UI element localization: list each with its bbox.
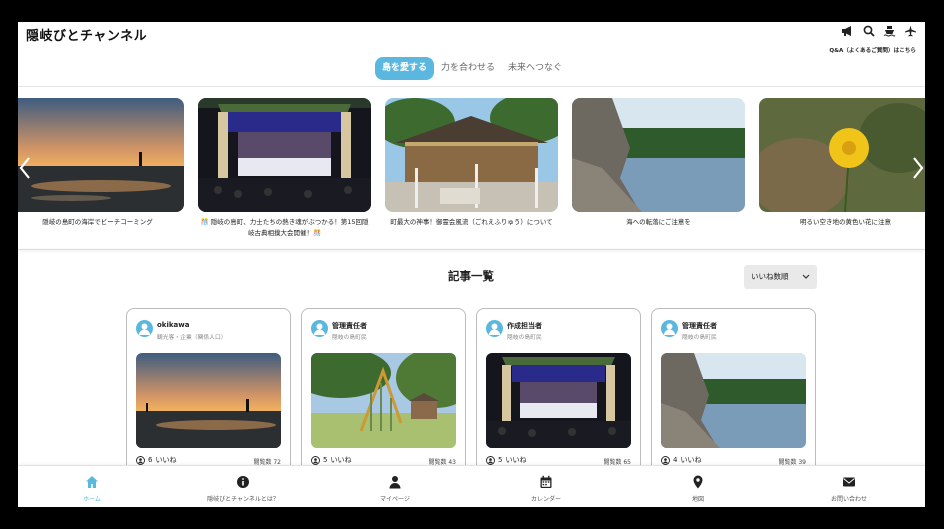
author-name: okikawa [157,321,190,329]
article-list-title: 記事一覧 [448,269,494,283]
user-circle-icon [486,455,495,465]
article-image [136,353,281,448]
search-icon[interactable] [862,24,875,37]
slide-caption: 明るい空き地の黄色い花に注意 [800,218,891,226]
nav-home-label: ホーム [83,496,101,503]
like-count[interactable]: 5 いいね [311,455,351,465]
carousel-slide[interactable]: 海への転落にご注意を [572,98,745,228]
home-icon [86,476,98,488]
map-pin-icon [693,475,703,489]
like-number: 5 [498,456,503,464]
slide-image [18,98,184,212]
slide-image [572,98,745,212]
qa-link[interactable]: Q&A（よくあるご質問）はこちら [829,46,916,54]
carousel-next-arrow[interactable] [909,156,925,180]
like-count[interactable]: 5 いいね [486,455,526,465]
slide-caption: 町最大の神事！御霊会風流（ごれえふりゅう）について [390,218,553,226]
airplane-icon[interactable] [904,24,917,37]
carousel-prev-arrow[interactable] [18,156,34,180]
featured-carousel: 隠岐の島町の海岸でビーチコーミング 🎊 隠岐の島町、力士たちの熱き魂がぶつかる！… [18,88,925,248]
nav-calendar[interactable]: カレンダー [486,466,606,507]
avatar [136,320,153,337]
article-card[interactable]: 作成担当者 隠岐の島町民 5 いいね 閲覧数 65 [476,308,641,478]
slide-image [198,98,371,212]
sort-select[interactable]: いいね数順 [744,265,817,289]
like-label: いいね [330,456,352,464]
carousel-slide[interactable]: 🎊 隠岐の島町、力士たちの熱き魂がぶつかる！第15回隠岐古典相撲大会開催！🎊 [198,98,371,239]
section-divider [18,249,925,250]
article-card[interactable]: 管理責任者 隠岐の島町民 5 いいね 閲覧数 43 [301,308,466,478]
author-role: 観光客・企業（関係人口） [157,335,227,341]
like-number: 5 [323,456,328,464]
like-label: いいね [505,456,527,464]
avatar [661,320,678,337]
tab-future[interactable]: 未来へつなぐ [501,57,569,80]
carousel-slide[interactable]: 隠岐の島町の海岸でビーチコーミング [18,98,184,228]
megaphone-icon[interactable] [841,24,854,37]
author-role: 隠岐の島町民 [682,335,717,341]
like-label: いいね [680,456,702,464]
nav-map-label: 地図 [691,496,704,503]
nav-mypage[interactable]: マイページ [335,466,455,507]
slide-image [385,98,558,212]
carousel-slide[interactable]: 町最大の神事！御霊会風流（ごれえふりゅう）について [385,98,558,228]
slide-caption: 🎊 隠岐の島町、力士たちの熱き魂がぶつかる！第15回隠岐古典相撲大会開催！🎊 [200,218,369,237]
nav-contact-label: お問い合わせ [830,496,867,503]
like-label: いいね [155,456,177,464]
category-tabs: 島を愛する 力を合わせる 未来へつなぐ [18,57,925,87]
mail-icon [843,477,855,487]
user-circle-icon [136,455,145,465]
ship-icon[interactable] [883,24,896,37]
author-role: 隠岐の島町民 [332,335,367,341]
nav-map[interactable]: 地図 [638,466,758,507]
user-icon [389,476,401,489]
user-circle-icon [311,455,320,465]
tab-cooperate[interactable]: 力を合わせる [434,57,502,80]
author-role: 隠岐の島町民 [507,335,542,341]
nav-home[interactable]: ホーム [32,466,152,507]
sort-select-label: いいね数順 [751,272,789,281]
article-image [486,353,631,448]
author-name: 管理責任者 [332,322,367,330]
article-image [661,353,806,448]
article-image [311,353,456,448]
carousel-slide[interactable]: 明るい空き地の黄色い花に注意 [759,98,925,228]
slide-image [759,98,925,212]
avatar [486,320,503,337]
avatar [311,320,328,337]
bottom-nav: ホーム 隠岐びとチャンネルとは？ マイページ カレンダー 地図 お問い合わせ [18,465,925,507]
site-logo[interactable]: 隠岐びとチャンネル [26,25,147,44]
slide-caption: 隠岐の島町の海岸でビーチコーミング [42,218,153,226]
device-frame: 隠岐びとチャンネル Q&A（よくあるご質問）はこちら 島を愛する 力を合わせる … [0,0,944,529]
calendar-icon [540,475,552,488]
chevron-down-icon [802,265,810,299]
nav-about[interactable]: 隠岐びとチャンネルとは？ [183,466,303,507]
nav-mypage-label: マイページ [380,496,410,503]
article-card[interactable]: 管理責任者 隠岐の島町民 4 いいね 閲覧数 39 [651,308,816,478]
like-number: 4 [673,456,678,464]
nav-about-label: 隠岐びとチャンネルとは？ [207,496,279,503]
like-count[interactable]: 6 いいね [136,455,176,465]
app-screen: 隠岐びとチャンネル Q&A（よくあるご質問）はこちら 島を愛する 力を合わせる … [18,22,925,507]
nav-calendar-label: カレンダー [530,496,561,503]
header: 隠岐びとチャンネル Q&A（よくあるご質問）はこちら [18,22,925,60]
header-icons [841,24,917,37]
author-name: 作成担当者 [507,322,542,330]
slide-caption: 海への転落にご注意を [626,218,691,226]
user-circle-icon [661,455,670,465]
like-number: 6 [148,456,153,464]
nav-contact[interactable]: お問い合わせ [789,466,909,507]
article-card[interactable]: okikawa 観光客・企業（関係人口） 6 いいね 閲覧数 72 [126,308,291,478]
author-name: 管理責任者 [682,322,717,330]
tab-love-island[interactable]: 島を愛する [375,57,435,80]
like-count[interactable]: 4 いいね [661,455,701,465]
info-icon [237,476,249,488]
